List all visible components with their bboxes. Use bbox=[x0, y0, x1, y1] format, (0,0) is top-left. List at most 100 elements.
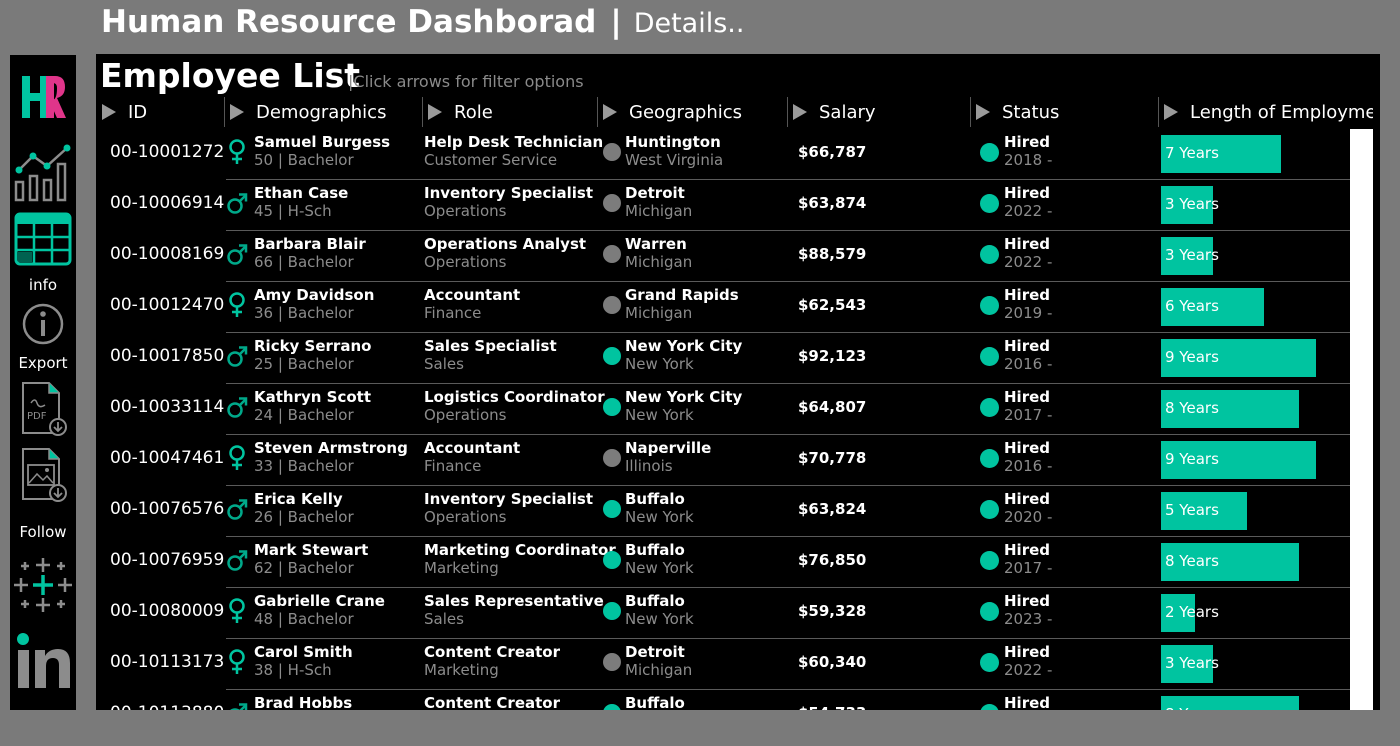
employee-id: 00-10012470 bbox=[110, 295, 225, 315]
employee-id: 00-10006914 bbox=[110, 193, 225, 213]
export-image-button[interactable] bbox=[10, 447, 76, 505]
employee-role: Accountant bbox=[424, 439, 521, 457]
employee-department: Operations bbox=[424, 508, 507, 526]
tableau-icon bbox=[14, 558, 72, 612]
employee-hire-year: 2022 - bbox=[1004, 253, 1053, 271]
geo-indicator-dot bbox=[603, 653, 621, 671]
employee-salary: $59,328 bbox=[798, 602, 867, 620]
geo-indicator-dot bbox=[603, 704, 621, 710]
table-row[interactable]: 00-10006914 Ethan Case 45 | H-Sch Inventory… bbox=[96, 180, 1350, 231]
column-header-geographics[interactable]: Geographics bbox=[597, 97, 787, 127]
column-header-salary[interactable]: Salary bbox=[787, 97, 970, 127]
employee-role: Sales Representative bbox=[424, 592, 604, 610]
column-header-label: ID bbox=[128, 101, 148, 123]
employee-city: Detroit bbox=[625, 643, 685, 661]
employee-department: Operations bbox=[424, 202, 507, 220]
employee-name: Kathryn Scott bbox=[254, 388, 372, 406]
table-row[interactable]: 00-10080009 Gabrielle Crane 48 | Bachelor S… bbox=[96, 588, 1350, 639]
employee-department: Operations bbox=[424, 253, 507, 271]
male-icon bbox=[226, 547, 248, 573]
employee-status: Hired bbox=[1004, 337, 1051, 355]
geo-indicator-dot bbox=[603, 398, 621, 416]
filter-arrow-icon[interactable] bbox=[428, 104, 442, 120]
employment-length-label: 8 Years bbox=[1165, 399, 1219, 417]
employee-status: Hired bbox=[1004, 541, 1051, 559]
employee-status: Hired bbox=[1004, 643, 1051, 661]
table-row[interactable]: 00-10113173 Carol Smith 38 | H-Sch Content … bbox=[96, 639, 1350, 690]
table-row[interactable]: 00-10017850 Ricky Serrano 25 | Bachelor Sal… bbox=[96, 333, 1350, 384]
column-divider bbox=[1158, 97, 1159, 127]
employee-hire-year: 2023 - bbox=[1004, 610, 1053, 628]
nav-details[interactable] bbox=[10, 211, 76, 267]
sidebar: HR info Expo bbox=[10, 55, 76, 710]
table-row[interactable]: 00-10001272 Samuel Burgess 50 | Bachelor He… bbox=[96, 129, 1350, 180]
info-button[interactable] bbox=[10, 302, 76, 346]
column-header-label: Geographics bbox=[629, 101, 743, 123]
filter-arrow-icon[interactable] bbox=[603, 104, 617, 120]
status-dot bbox=[980, 194, 999, 213]
filter-arrow-icon[interactable] bbox=[793, 104, 807, 120]
table-row[interactable]: 00-10047461 Steven Armstrong 33 | Bachelor… bbox=[96, 435, 1350, 486]
employee-status: Hired bbox=[1004, 439, 1051, 457]
employee-role: Inventory Specialist bbox=[424, 490, 594, 508]
linkedin-link[interactable]: in bbox=[10, 629, 76, 691]
column-header-status[interactable]: Status bbox=[970, 97, 1158, 127]
employee-state: Michigan bbox=[625, 202, 693, 220]
geo-indicator-dot bbox=[603, 449, 621, 467]
vertical-scrollbar[interactable] bbox=[1350, 129, 1373, 710]
male-icon bbox=[226, 700, 248, 710]
status-dot bbox=[980, 296, 999, 315]
filter-arrow-icon[interactable] bbox=[102, 104, 116, 120]
employee-salary: $63,874 bbox=[798, 194, 867, 212]
employee-role: Sales Specialist bbox=[424, 337, 557, 355]
employee-status: Hired bbox=[1004, 694, 1051, 710]
filter-arrow-icon[interactable] bbox=[230, 104, 244, 120]
column-header-length[interactable]: Length of Employme.. bbox=[1158, 97, 1373, 127]
filter-arrow-icon[interactable] bbox=[976, 104, 990, 120]
employee-id: 00-10113173 bbox=[110, 652, 225, 672]
employee-city: Buffalo bbox=[625, 592, 685, 610]
column-header-role[interactable]: Role bbox=[422, 97, 597, 127]
employee-name: Barbara Blair bbox=[254, 235, 366, 253]
table-row[interactable]: 00-10033114 Kathryn Scott 24 | Bachelor Log… bbox=[96, 384, 1350, 435]
employee-salary: $88,579 bbox=[798, 245, 867, 263]
employee-department: Marketing bbox=[424, 661, 499, 679]
employee-salary: $70,778 bbox=[798, 449, 867, 467]
nav-overview[interactable] bbox=[10, 141, 76, 203]
employee-state: New York bbox=[625, 355, 694, 373]
employee-status: Hired bbox=[1004, 388, 1051, 406]
table-row[interactable]: 00-10012470 Amy Davidson 36 | Bachelor Acco… bbox=[96, 282, 1350, 333]
employee-city: Detroit bbox=[625, 184, 685, 202]
table-row[interactable]: 00-10008169 Barbara Blair 66 | Bachelor Ope… bbox=[96, 231, 1350, 282]
female-icon bbox=[226, 445, 248, 471]
male-icon bbox=[226, 394, 248, 420]
geo-indicator-dot bbox=[603, 500, 621, 518]
employee-table[interactable]: 00-10001272 Samuel Burgess 50 | Bachelor He… bbox=[96, 129, 1350, 710]
column-header-label: Demographics bbox=[256, 101, 387, 123]
filter-arrow-icon[interactable] bbox=[1164, 104, 1178, 120]
employee-name: Gabrielle Crane bbox=[254, 592, 385, 610]
employee-department: Sales bbox=[424, 610, 464, 628]
export-pdf-button[interactable]: PDF bbox=[10, 381, 76, 439]
employment-length-label: 6 Years bbox=[1165, 297, 1219, 315]
column-divider bbox=[970, 97, 971, 127]
employment-length-label: 3 Years bbox=[1165, 246, 1219, 264]
employee-id: 00-10047461 bbox=[110, 448, 225, 468]
employee-role: Help Desk Technician bbox=[424, 133, 604, 151]
table-row[interactable]: 00-10076576 Erica Kelly 26 | Bachelor Inven… bbox=[96, 486, 1350, 537]
column-header-demographics[interactable]: Demographics bbox=[224, 97, 422, 127]
employment-length-label: 3 Years bbox=[1165, 195, 1219, 213]
title-separator: | bbox=[610, 4, 622, 40]
female-icon bbox=[226, 598, 248, 624]
column-header-id[interactable]: ID bbox=[96, 97, 224, 127]
column-header-label: Status bbox=[1002, 101, 1060, 123]
male-icon bbox=[226, 496, 248, 522]
employment-length-label: 8 Years bbox=[1165, 705, 1219, 710]
employment-length-label: 2 Years bbox=[1165, 603, 1219, 621]
employee-role: Marketing Coordinator bbox=[424, 541, 616, 559]
table-row[interactable]: 00-10113880 Brad Hobbs Content Creator Buff… bbox=[96, 690, 1350, 710]
tableau-profile-link[interactable] bbox=[10, 555, 76, 615]
hr-logo[interactable]: HR bbox=[10, 72, 76, 122]
pdf-download-icon: PDF bbox=[22, 382, 67, 436]
table-row[interactable]: 00-10076959 Mark Stewart 62 | Bachelor Mark… bbox=[96, 537, 1350, 588]
